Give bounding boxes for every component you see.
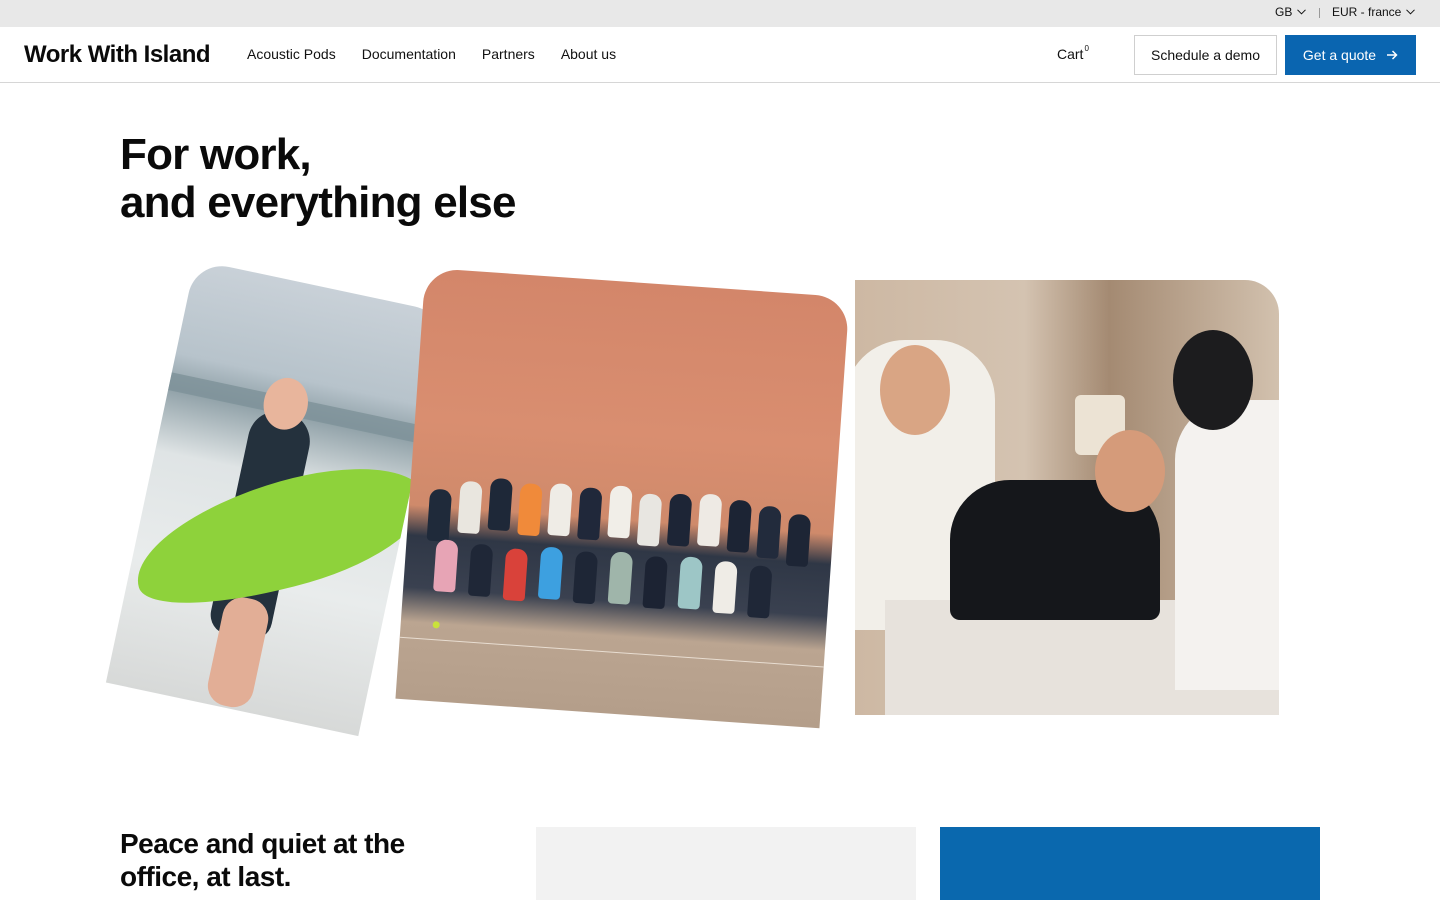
section-title-line2: office, at last.	[120, 861, 291, 892]
person-shape	[457, 480, 483, 535]
person-shape	[642, 555, 668, 610]
court-line	[399, 636, 824, 668]
cart-label: Cart	[1057, 46, 1084, 62]
person-shape	[467, 543, 494, 597]
section-title: Peace and quiet at the office, at last.	[120, 827, 440, 893]
person-head	[1095, 430, 1165, 512]
person-shape	[696, 493, 723, 547]
person-shape	[785, 513, 812, 568]
person-shape	[537, 546, 564, 600]
nav-item-acoustic-pods[interactable]: Acoustic Pods	[247, 46, 336, 62]
person-shape	[426, 488, 453, 542]
language-selector[interactable]: GB	[1275, 5, 1307, 19]
person-shape	[712, 560, 738, 615]
get-quote-button[interactable]: Get a quote	[1285, 35, 1416, 75]
hero-title-line1: For work,	[120, 130, 312, 179]
team-photo	[395, 267, 850, 729]
chevron-down-icon	[1297, 9, 1307, 15]
schedule-demo-button[interactable]: Schedule a demo	[1134, 35, 1277, 75]
hero-title: For work, and everything else	[120, 131, 516, 227]
utility-bar: GB EUR - france	[0, 0, 1440, 27]
currency-selector[interactable]: EUR - france	[1332, 5, 1416, 19]
person-shape	[433, 539, 459, 593]
person-shape	[572, 550, 599, 605]
team-group	[412, 468, 826, 636]
surfer-photo	[105, 259, 449, 737]
person-shape	[747, 565, 773, 619]
arrow-right-icon	[1387, 50, 1398, 60]
hero-title-line2: and everything else	[120, 178, 516, 227]
meeting-photo	[855, 280, 1279, 715]
chevron-down-icon	[1406, 9, 1416, 15]
language-label: GB	[1275, 5, 1293, 19]
person-shape	[547, 482, 573, 537]
person-shape	[666, 493, 693, 547]
tennis-ball	[432, 621, 440, 629]
get-quote-label: Get a quote	[1302, 47, 1377, 63]
person-shape	[677, 556, 704, 610]
person-shape	[1175, 400, 1279, 690]
person-shape	[577, 487, 603, 541]
nav-item-about-us[interactable]: About us	[561, 46, 616, 62]
person-head	[1173, 330, 1253, 430]
person-shape	[607, 551, 634, 605]
person-shape	[607, 485, 633, 539]
cart-count: 0	[1084, 44, 1089, 54]
nav-item-partners[interactable]: Partners	[482, 46, 535, 62]
person-shape	[502, 548, 529, 602]
site-header: Work With Island Acoustic Pods Documenta…	[0, 27, 1440, 83]
nav-item-documentation[interactable]: Documentation	[362, 46, 456, 62]
person-shape	[756, 505, 782, 560]
person-head	[880, 345, 950, 435]
person-shape	[726, 499, 753, 553]
section-title-line1: Peace and quiet at the	[120, 828, 405, 859]
logo[interactable]: Work With Island	[24, 41, 211, 69]
currency-label: EUR - france	[1332, 5, 1402, 19]
feature-card-blue	[940, 827, 1320, 900]
main-nav: Acoustic Pods Documentation Partners Abo…	[247, 46, 642, 62]
utility-divider	[1319, 8, 1320, 18]
person-shape	[487, 477, 514, 532]
person-shape	[636, 493, 663, 547]
feature-card-grey	[536, 827, 916, 900]
person-shape	[517, 482, 543, 537]
cart-link[interactable]: Cart0	[1057, 44, 1089, 62]
